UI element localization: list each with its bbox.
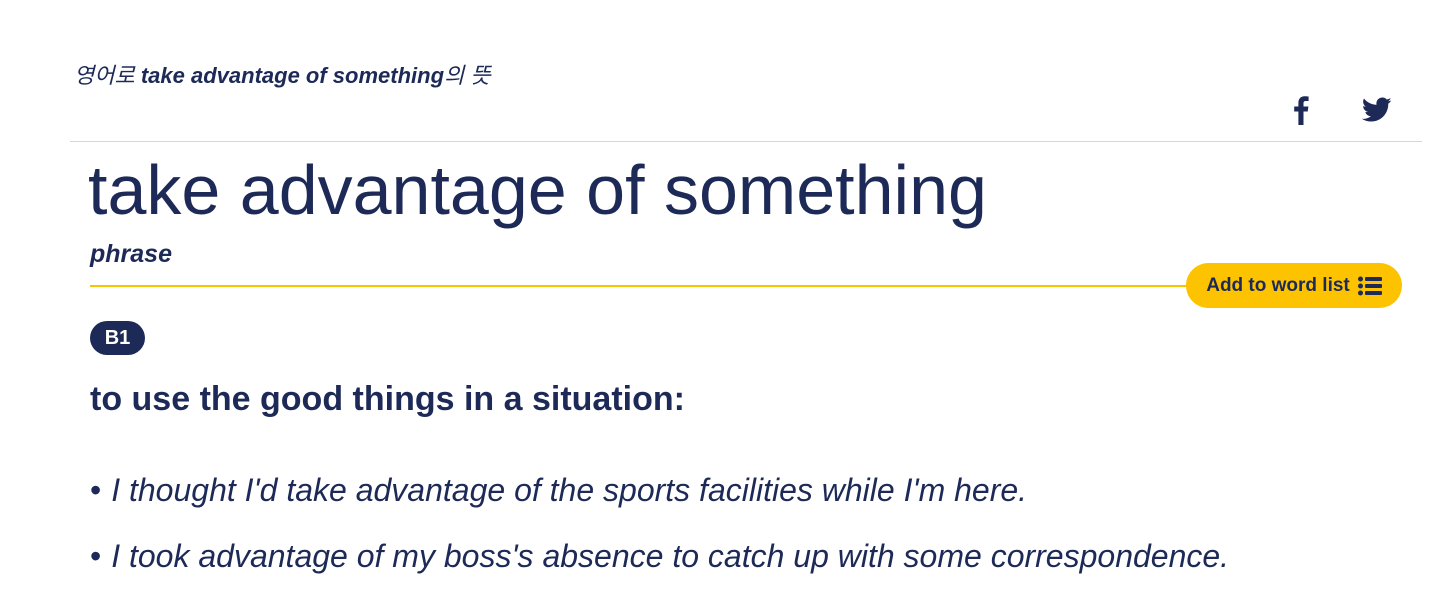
bullet: • (90, 472, 102, 508)
twitter-share-button[interactable] (1359, 92, 1395, 128)
subtitle-term: take advantage of something (140, 63, 445, 88)
list-icon (1357, 276, 1382, 295)
add-to-word-list-button[interactable]: Add to word list (1186, 263, 1402, 308)
definition: to use the good things in a situation: (90, 380, 685, 418)
headword: take advantage of something (88, 151, 987, 229)
page-subtitle: 영어로 take advantage of something의 뜻 (74, 58, 491, 90)
header-divider (70, 141, 1422, 142)
example-sentence: • I thought I'd take advantage of the spo… (90, 470, 1229, 510)
example-sentence: • I took advantage of my boss's absence t… (90, 536, 1229, 576)
subtitle-prefix: 영어로 (74, 63, 141, 88)
share-bar (1283, 92, 1395, 128)
add-to-word-list-label: Add to word list (1206, 274, 1350, 296)
facebook-icon (1294, 96, 1309, 125)
part-of-speech: phrase (90, 240, 172, 268)
entry-divider (90, 285, 1200, 287)
example-text: I thought I'd take advantage of the spor… (111, 472, 1028, 508)
bullet: • (90, 538, 102, 574)
subtitle-suffix: 의 뜻 (444, 63, 491, 88)
level-badge: B1 (90, 321, 145, 355)
example-text: I took advantage of my boss's absence to… (111, 538, 1230, 574)
twitter-icon (1362, 97, 1392, 122)
example-list: • I thought I'd take advantage of the spo… (90, 470, 1229, 602)
facebook-share-button[interactable] (1283, 92, 1319, 128)
